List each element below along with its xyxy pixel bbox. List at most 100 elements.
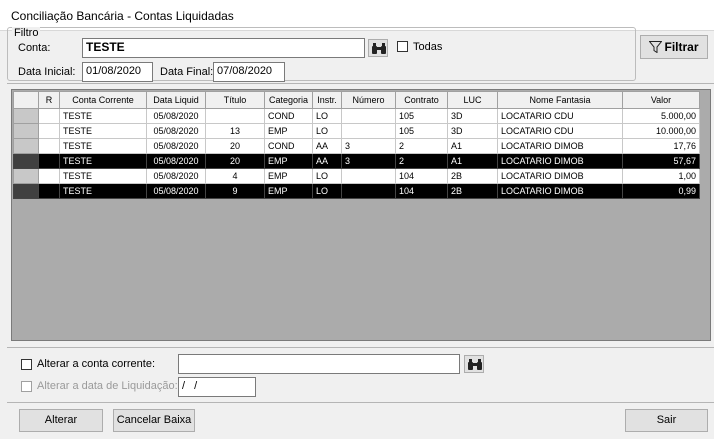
todas-checkbox[interactable] [397,41,408,52]
alterar-conta-input[interactable] [178,354,460,374]
data-inicial-input[interactable]: 01/08/2020 [82,62,153,82]
table-cell-instr: AA [312,153,342,169]
grid-header-cell[interactable]: Valor [622,91,700,109]
filtrar-button[interactable]: Filtrar [640,35,708,59]
table-cell-contrato: 105 [395,123,448,139]
table-cell-r [38,123,60,139]
alterar-conta-search-button[interactable] [464,355,484,373]
grid-header-cell[interactable]: Categoria [264,91,313,109]
table-cell-numero [341,168,396,184]
table-cell-titulo: 4 [205,168,265,184]
table-cell-valor: 17,76 [622,138,700,154]
results-grid[interactable]: R Conta Corrente Data Liquid Título Cate… [11,89,711,341]
table-cell-categoria: EMP [264,183,313,199]
row-indicator[interactable] [13,123,39,139]
table-cell-nome: LOCATARIO DIMOB [497,153,623,169]
table-cell-conta: TESTE [59,138,147,154]
table-cell-luc: 2B [447,168,498,184]
table-cell-titulo: 13 [205,123,265,139]
table-cell-luc: A1 [447,138,498,154]
data-final-input[interactable]: 07/08/2020 [213,62,285,82]
table-cell-nome: LOCATARIO DIMOB [497,168,623,184]
row-indicator[interactable] [13,153,39,169]
table-cell-contrato: 104 [395,168,448,184]
table-cell-titulo: 20 [205,138,265,154]
sair-button[interactable]: Sair [625,409,708,432]
table-cell-categoria: EMP [264,153,313,169]
cancelar-baixa-button[interactable]: Cancelar Baixa [113,409,195,432]
table-row[interactable]: TESTE 05/08/2020 13 EMP LO 105 3D LOCATARIO CDU… [13,123,700,139]
binoculars-icon [372,43,386,54]
table-cell-luc: 3D [447,108,498,124]
table-cell-contrato: 104 [395,183,448,199]
table-cell-contrato: 2 [395,153,448,169]
row-indicator[interactable] [13,108,39,124]
table-cell-instr: LO [312,123,342,139]
grid-header-cell[interactable]: Conta Corrente [59,91,147,109]
grid-header-cell[interactable]: Data Liquid [146,91,206,109]
table-cell-luc: 2B [447,183,498,199]
grid-header-row: R Conta Corrente Data Liquid Título Cate… [13,91,700,109]
alterar-conta-checkbox[interactable] [21,359,32,370]
alterar-conta-label: Alterar a conta corrente: [37,358,156,370]
table-cell-nome: LOCATARIO CDU [497,123,623,139]
grid-header-cell[interactable]: Instr. [312,91,342,109]
table-cell-instr: LO [312,183,342,199]
row-indicator[interactable] [13,168,39,184]
grid-header-cell[interactable]: LUC [447,91,498,109]
table-row[interactable]: TESTE 05/08/2020 20 EMP AA 3 2 A1 LOCATARIO DIMO… [13,153,700,169]
table-cell-conta: TESTE [59,183,147,199]
table-cell-instr: LO [312,108,342,124]
table-cell-r [38,138,60,154]
table-cell-categoria: COND [264,138,313,154]
table-cell-nome: LOCATARIO DIMOB [497,138,623,154]
alterar-data-input[interactable]: / / [178,377,256,397]
grid-header-cell[interactable]: Número [341,91,396,109]
table-cell-luc: A1 [447,153,498,169]
conta-label: Conta: [18,42,51,54]
binoculars-icon [468,359,482,370]
row-indicator[interactable] [13,138,39,154]
options-separator [7,347,714,348]
table-cell-categoria: EMP [264,168,313,184]
grid-header-cell[interactable]: Nome Fantasia [497,91,623,109]
table-cell-numero [341,183,396,199]
grid-header-cell[interactable]: Contrato [395,91,448,109]
table-cell-luc: 3D [447,123,498,139]
table-cell-data: 05/08/2020 [146,168,206,184]
table-cell-nome: LOCATARIO DIMOB [497,183,623,199]
table-cell-conta: TESTE [59,153,147,169]
grid-header-cell[interactable]: R [38,91,60,109]
alterar-button[interactable]: Alterar [19,409,103,432]
table-row[interactable]: TESTE 05/08/2020 20 COND AA 3 2 A1 LOCATARIO DIM… [13,138,700,154]
filter-separator [7,83,714,84]
table-cell-numero: 3 [341,138,396,154]
table-row[interactable]: TESTE 05/08/2020 COND LO 105 3D LOCATARIO CDU 5… [13,108,700,124]
table-row[interactable]: TESTE 05/08/2020 4 EMP LO 104 2B LOCATARIO DIMO… [13,168,700,184]
table-cell-categoria: EMP [264,123,313,139]
table-cell-titulo: 9 [205,183,265,199]
table-cell-data: 05/08/2020 [146,183,206,199]
table-cell-titulo: 20 [205,153,265,169]
conta-search-button[interactable] [368,39,388,57]
table-cell-r [38,168,60,184]
row-indicator[interactable] [13,183,39,199]
table-cell-r [38,108,60,124]
window-title: Conciliação Bancária - Contas Liquidadas [11,9,234,23]
table-row[interactable]: TESTE 05/08/2020 9 EMP LO 104 2B LOCATARIO DIMO… [13,183,700,199]
results-table: R Conta Corrente Data Liquid Título Cate… [13,91,700,199]
alterar-data-checkbox[interactable] [21,381,32,392]
table-cell-contrato: 2 [395,138,448,154]
grid-header-cell[interactable]: Título [205,91,265,109]
table-cell-data: 05/08/2020 [146,108,206,124]
conta-input[interactable]: TESTE [82,38,365,58]
table-cell-data: 05/08/2020 [146,138,206,154]
table-cell-numero [341,123,396,139]
table-cell-conta: TESTE [59,168,147,184]
table-cell-r [38,153,60,169]
table-cell-numero [341,108,396,124]
filter-legend: Filtro [12,27,41,39]
alterar-data-label: Alterar a data de Liquidação: [37,380,178,392]
table-cell-valor: 1,00 [622,168,700,184]
table-cell-instr: AA [312,138,342,154]
